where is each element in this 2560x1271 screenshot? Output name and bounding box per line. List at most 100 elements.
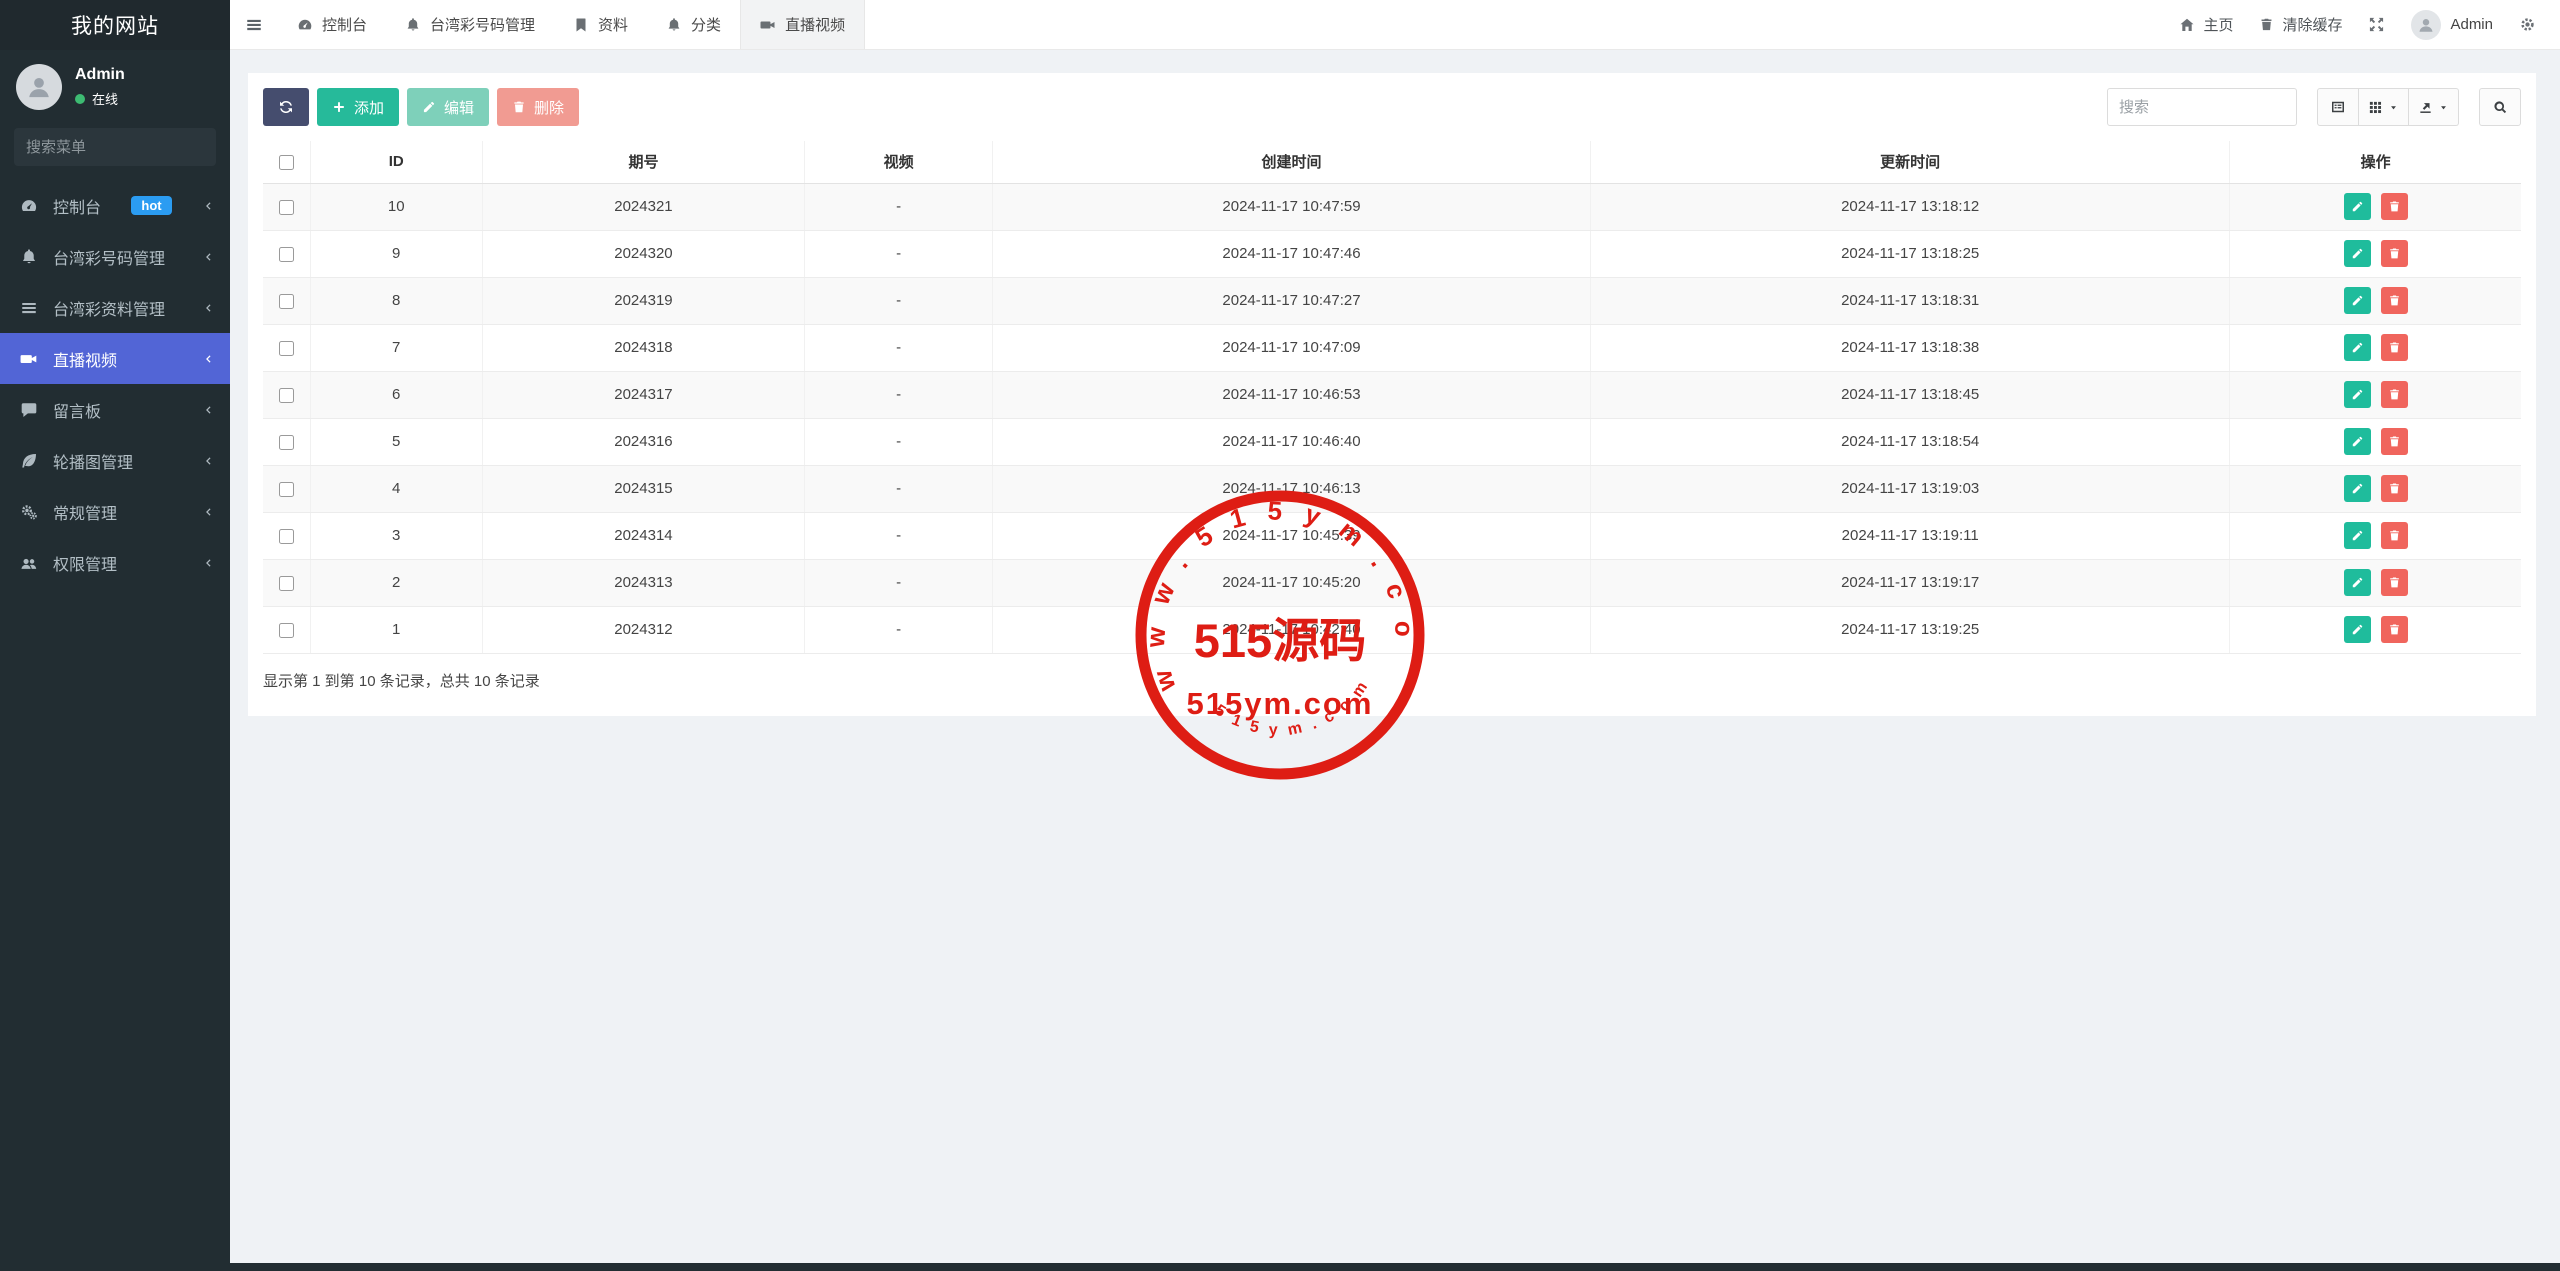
hamburger-button[interactable] xyxy=(230,0,278,49)
trash-icon xyxy=(2388,294,2401,307)
cell-created-time: 2024-11-17 10:47:59 xyxy=(992,183,1590,230)
table-row: 5 2024316 - 2024-11-17 10:46:40 2024-11-… xyxy=(263,418,2521,465)
row-checkbox[interactable] xyxy=(279,341,294,356)
row-checkbox[interactable] xyxy=(279,388,294,403)
pencil-icon xyxy=(2351,200,2364,213)
row-edit-button[interactable] xyxy=(2344,569,2371,596)
home-link[interactable]: 主页 xyxy=(2179,14,2233,35)
select-all-checkbox[interactable] xyxy=(279,155,294,170)
pencil-icon xyxy=(2351,247,2364,260)
row-delete-button[interactable] xyxy=(2381,475,2408,502)
row-delete-button[interactable] xyxy=(2381,569,2408,596)
select-all-header xyxy=(263,141,310,183)
export-button[interactable] xyxy=(2409,88,2459,126)
chevron-left-icon xyxy=(202,302,214,314)
sidebar-search-input[interactable] xyxy=(26,139,225,156)
delete-button[interactable]: 删除 xyxy=(497,88,579,126)
refresh-button[interactable] xyxy=(263,88,309,126)
row-delete-button[interactable] xyxy=(2381,193,2408,220)
row-edit-button[interactable] xyxy=(2344,522,2371,549)
pencil-icon xyxy=(2351,576,2364,589)
person-icon xyxy=(24,72,54,102)
settings-button[interactable] xyxy=(2519,16,2536,33)
clear-cache-link[interactable]: 清除缓存 xyxy=(2259,14,2342,35)
row-checkbox[interactable] xyxy=(279,529,294,544)
sidebar-item[interactable]: 台湾彩号码管理 xyxy=(0,231,230,282)
sidebar-item-icon xyxy=(20,452,38,470)
tab-label: 控制台 xyxy=(322,14,367,35)
detail-view-button[interactable] xyxy=(2317,88,2359,126)
cell-actions xyxy=(2230,230,2521,277)
row-delete-button[interactable] xyxy=(2381,334,2408,361)
chevron-left-icon xyxy=(202,251,214,263)
columns-button[interactable] xyxy=(2359,88,2409,126)
sidebar-item[interactable]: 留言板 xyxy=(0,384,230,435)
row-checkbox[interactable] xyxy=(279,435,294,450)
cell-created-time: 2024-11-17 10:46:53 xyxy=(992,371,1590,418)
expand-icon xyxy=(2368,16,2385,33)
row-delete-button[interactable] xyxy=(2381,240,2408,267)
cell-video: - xyxy=(805,606,992,653)
row-checkbox[interactable] xyxy=(279,576,294,591)
row-delete-button[interactable] xyxy=(2381,287,2408,314)
row-edit-button[interactable] xyxy=(2344,428,2371,455)
cell-id: 3 xyxy=(310,512,482,559)
sidebar: 我的网站 Admin 在线 控制台 hot 台湾彩号码管理 台湾彩资料管理 xyxy=(0,0,230,1271)
search-toggle-button[interactable] xyxy=(2479,88,2521,126)
topbar-tab[interactable]: 控制台 xyxy=(278,0,386,49)
column-header: 操作 xyxy=(2230,141,2521,183)
cell-id: 2 xyxy=(310,559,482,606)
table-search-input[interactable] xyxy=(2107,88,2297,126)
tab-label: 直播视频 xyxy=(785,14,845,35)
row-delete-button[interactable] xyxy=(2381,381,2408,408)
row-edit-button[interactable] xyxy=(2344,475,2371,502)
row-checkbox[interactable] xyxy=(279,482,294,497)
sidebar-item[interactable]: 轮播图管理 xyxy=(0,435,230,486)
row-checkbox[interactable] xyxy=(279,623,294,638)
row-edit-button[interactable] xyxy=(2344,334,2371,361)
user-menu[interactable]: Admin xyxy=(2411,10,2493,40)
sidebar-item-icon xyxy=(20,197,38,215)
clear-cache-label: 清除缓存 xyxy=(2282,14,2342,35)
chevron-left-icon xyxy=(202,506,214,518)
cell-id: 4 xyxy=(310,465,482,512)
cell-created-time: 2024-11-17 10:45:39 xyxy=(992,512,1590,559)
tab-label: 资料 xyxy=(598,14,628,35)
cell-actions xyxy=(2230,559,2521,606)
topbar-tab[interactable]: 分类 xyxy=(647,0,740,49)
topbar-tab[interactable]: 资料 xyxy=(554,0,647,49)
sidebar-item-label: 留言板 xyxy=(53,398,101,422)
row-edit-button[interactable] xyxy=(2344,193,2371,220)
add-button[interactable]: 添加 xyxy=(317,88,399,126)
table-row: 7 2024318 - 2024-11-17 10:47:09 2024-11-… xyxy=(263,324,2521,371)
tab-icon xyxy=(297,17,313,33)
row-edit-button[interactable] xyxy=(2344,381,2371,408)
row-delete-button[interactable] xyxy=(2381,616,2408,643)
user-panel: Admin 在线 xyxy=(0,50,230,122)
row-checkbox[interactable] xyxy=(279,200,294,215)
fullscreen-button[interactable] xyxy=(2368,16,2385,33)
topbar-tab[interactable]: 直播视频 xyxy=(740,0,865,49)
cell-issue: 2024320 xyxy=(482,230,805,277)
row-delete-button[interactable] xyxy=(2381,428,2408,455)
row-delete-button[interactable] xyxy=(2381,522,2408,549)
sidebar-item[interactable]: 常规管理 xyxy=(0,486,230,537)
topbar-tab[interactable]: 台湾彩号码管理 xyxy=(386,0,554,49)
cell-actions xyxy=(2230,371,2521,418)
row-checkbox[interactable] xyxy=(279,294,294,309)
cell-created-time: 2024-11-17 10:46:13 xyxy=(992,465,1590,512)
pencil-icon xyxy=(2351,294,2364,307)
sidebar-item[interactable]: 台湾彩资料管理 xyxy=(0,282,230,333)
trash-icon xyxy=(512,100,526,114)
table-header-row: ID期号视频创建时间更新时间操作 xyxy=(263,141,2521,183)
delete-label: 删除 xyxy=(534,97,564,118)
row-edit-button[interactable] xyxy=(2344,616,2371,643)
edit-button[interactable]: 编辑 xyxy=(407,88,489,126)
row-edit-button[interactable] xyxy=(2344,287,2371,314)
sidebar-item[interactable]: 权限管理 xyxy=(0,537,230,588)
sidebar-search xyxy=(14,128,216,166)
row-edit-button[interactable] xyxy=(2344,240,2371,267)
sidebar-item[interactable]: 直播视频 xyxy=(0,333,230,384)
sidebar-item[interactable]: 控制台 hot xyxy=(0,180,230,231)
row-checkbox[interactable] xyxy=(279,247,294,262)
